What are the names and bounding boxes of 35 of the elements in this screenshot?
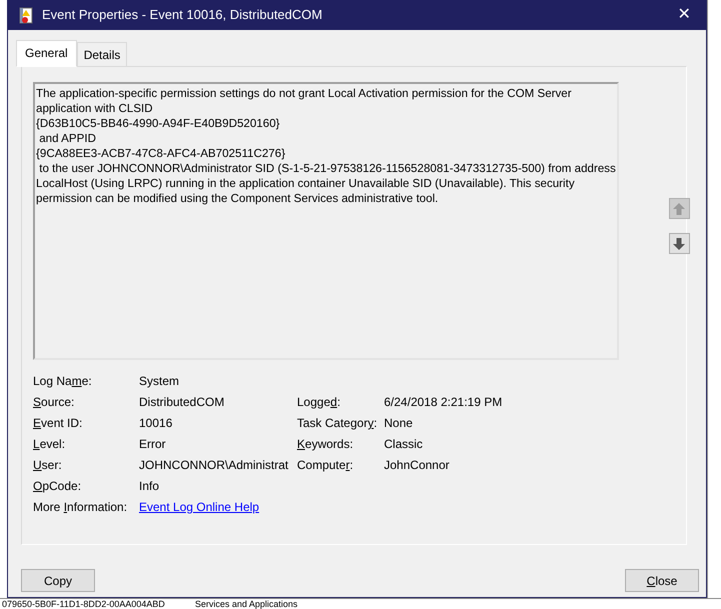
copy-button[interactable]: Copy	[21, 569, 95, 592]
help-link[interactable]: Event Log Online Help	[139, 500, 675, 515]
field-label: Level:	[33, 437, 66, 452]
tab[interactable]: General	[16, 40, 77, 67]
field-label: More Information:	[33, 500, 128, 515]
field-label: Keywords:	[297, 437, 354, 452]
field-label: Logged:	[297, 395, 342, 410]
down-arrow-icon	[672, 236, 686, 250]
close-button[interactable]: ✕	[662, 0, 706, 30]
close-button[interactable]: Close	[625, 569, 699, 592]
field-value: 6/24/2018 2:21:19 PM	[384, 395, 504, 410]
field-value: JohnConnor	[384, 458, 450, 473]
message-field[interactable]: The application-specific permission settings do not grant Local Activation permission for the COM Server application with CLSID {D63B10C5-BB46-4990-A94F-E40B9D520160} and APPID {9CA88EE3-ACB7-47C8-AFC4-AB702511C276} to the user JOHNCONNOR\Administrator SID (S-1-5-21-97538126-1156528081-3473312735-500) from address LocalHost (Using LRPC) running in the application container Unavailable SID (Unavailable). This security permission can be modified using the Component Services administrative tool.	[33, 82, 619, 360]
up-arrow-icon	[672, 202, 686, 216]
window-title: Event Properties - Event 10016, DistributedCOM	[42, 6, 322, 24]
field-value: JOHNCONNOR\Administrat	[139, 458, 290, 473]
field-value: None	[384, 416, 414, 431]
field-label: Log Name:	[33, 374, 93, 389]
field-value: 10016	[139, 416, 174, 431]
field-label: Computer:	[297, 458, 354, 473]
field-label: OpCode:	[33, 479, 82, 494]
background-text: Services and Applications	[194, 599, 298, 609]
event-log-icon	[19, 6, 34, 24]
field-label: Event ID:	[33, 416, 84, 431]
tab[interactable]: Details	[76, 42, 128, 67]
field-value: System	[139, 374, 180, 389]
next-event-button[interactable]	[668, 233, 690, 254]
field-label: Source:	[33, 395, 76, 410]
field-label: Task Category:	[297, 416, 378, 431]
field-value: DistributedCOM	[139, 395, 226, 410]
field-value: Classic	[384, 437, 424, 452]
field-value: Error	[139, 437, 167, 452]
background-text: 079650-5B0F-11D1-8DD2-00AA004ABD	[2, 599, 165, 609]
field-value: Info	[139, 479, 160, 494]
field-label: User:	[33, 458, 63, 473]
